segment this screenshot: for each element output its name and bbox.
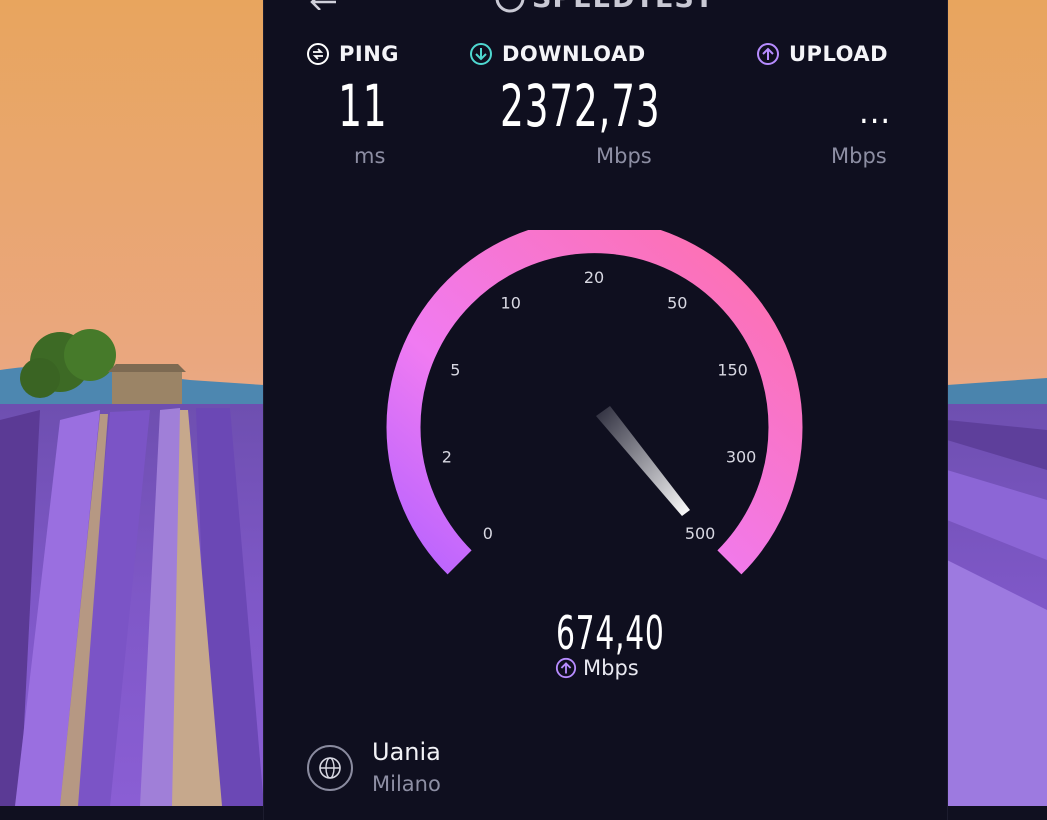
speed-gauge: 0 2 5 10 20 50 150 300 500 bbox=[386, 230, 803, 575]
app-logo: SPEEDTEST bbox=[494, 0, 714, 14]
ping-unit: ms bbox=[354, 144, 386, 168]
download-icon bbox=[470, 43, 492, 65]
current-speed-unit: Mbps bbox=[583, 656, 639, 680]
gauge-tick-label: 50 bbox=[667, 293, 687, 312]
upload-unit: Mbps bbox=[831, 144, 887, 168]
gauge-tick-label: 500 bbox=[685, 524, 716, 543]
gauge-tick-label: 150 bbox=[717, 361, 748, 380]
upload-icon bbox=[757, 43, 779, 65]
globe-icon bbox=[307, 745, 353, 791]
upload-value: ... bbox=[859, 92, 892, 132]
speedtest-app-window: SPEEDTEST PING 11 ms DOWNLOAD 2372,73 Mb… bbox=[264, 0, 947, 820]
upload-header: UPLOAD bbox=[756, 42, 888, 66]
server-selector[interactable]: Uania Milano bbox=[306, 738, 706, 802]
gauge-tick-label: 2 bbox=[442, 447, 452, 466]
upload-arrow-icon bbox=[555, 657, 577, 679]
upload-label: UPLOAD bbox=[789, 42, 889, 66]
gauge-needle bbox=[596, 406, 690, 516]
gauge-tick-label: 300 bbox=[726, 447, 757, 466]
server-provider: Uania bbox=[372, 738, 441, 766]
speedometer-logo-icon bbox=[495, 0, 525, 13]
app-title: SPEEDTEST bbox=[532, 0, 714, 14]
gauge-tick-label: 5 bbox=[450, 361, 460, 380]
current-speed-value: 674,40 bbox=[556, 606, 665, 660]
back-button[interactable] bbox=[306, 0, 340, 11]
download-unit: Mbps bbox=[596, 144, 652, 168]
back-arrow-icon bbox=[310, 0, 336, 11]
ping-value: 11 bbox=[338, 72, 388, 140]
gauge-tick-label: 20 bbox=[584, 268, 604, 287]
gauge-tick-label: 0 bbox=[483, 524, 493, 543]
download-header: DOWNLOAD bbox=[469, 42, 646, 66]
download-label: DOWNLOAD bbox=[502, 42, 646, 66]
ping-header: PING bbox=[306, 42, 399, 66]
current-speed-unit-row: Mbps bbox=[555, 656, 639, 680]
server-location: Milano bbox=[372, 772, 441, 796]
ping-icon bbox=[307, 43, 329, 65]
ping-label: PING bbox=[339, 42, 400, 66]
download-value: 2372,73 bbox=[500, 72, 661, 140]
gauge-tick-label: 10 bbox=[501, 293, 521, 312]
